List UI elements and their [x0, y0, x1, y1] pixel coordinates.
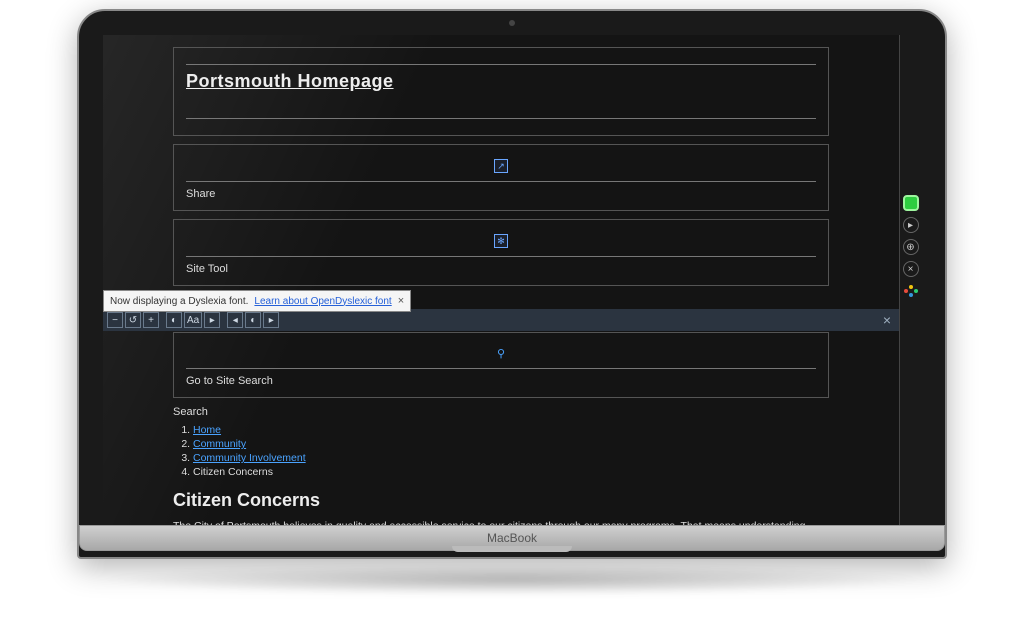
close-sidebar-icon[interactable]: ×	[903, 261, 919, 277]
site-search-link[interactable]: Go to Site Search	[186, 375, 273, 387]
laptop-hinge: MacBook	[79, 525, 945, 551]
zoom-in-button[interactable]: +	[143, 312, 159, 328]
laptop-frame: Portsmouth Homepage ↗ Share ✻ Site Tool …	[77, 9, 947, 595]
play-icon[interactable]: ▸	[903, 217, 919, 233]
accessibility-toolbar: − ↺ + ◐ Aa ▸ ◂ ◐ ▸ ×	[103, 309, 899, 331]
accessibility-widget-icon[interactable]	[903, 195, 919, 211]
header-panel: Portsmouth Homepage	[173, 47, 829, 136]
breadcrumb-item: Community Involvement	[193, 452, 829, 464]
theme-prev-button[interactable]: ◂	[227, 312, 243, 328]
breadcrumb-item: Home	[193, 424, 829, 436]
divider	[186, 64, 816, 65]
site-tool-panel: ✻ Site Tool	[173, 219, 829, 286]
screen: Portsmouth Homepage ↗ Share ✻ Site Tool …	[103, 35, 921, 525]
globe-icon[interactable]: ⊕	[903, 239, 919, 255]
homepage-link[interactable]: Portsmouth Homepage	[186, 71, 394, 91]
sidebar: ▸ ⊕ ×	[899, 35, 921, 525]
site-tool-label: Site Tool	[186, 263, 228, 275]
breadcrumb: Home Community Community Involvement Cit…	[193, 424, 829, 478]
breadcrumb-item: Citizen Concerns	[193, 466, 829, 478]
laptop-shadow	[97, 565, 927, 595]
breadcrumb-item: Community	[193, 438, 829, 450]
search-panel: ⚲ Go to Site Search	[173, 332, 829, 398]
font-button[interactable]: Aa	[184, 312, 202, 328]
gear-icon[interactable]: ✻	[494, 234, 508, 248]
zoom-out-button[interactable]: −	[107, 312, 123, 328]
share-label: Share	[186, 188, 215, 200]
tooltip-text: Now displaying a Dyslexia font.	[110, 296, 248, 307]
page-title: Citizen Concerns	[173, 490, 829, 511]
divider	[186, 118, 816, 119]
search-icon[interactable]: ⚲	[497, 348, 505, 360]
share-panel: ↗ Share	[173, 144, 829, 211]
share-icon[interactable]: ↗	[494, 159, 508, 173]
reset-button[interactable]: ↺	[125, 312, 141, 328]
close-icon[interactable]: ×	[398, 295, 404, 307]
laptop-bezel: Portsmouth Homepage ↗ Share ✻ Site Tool …	[77, 9, 947, 559]
theme-next-button[interactable]: ▸	[263, 312, 279, 328]
theme-button[interactable]: ◐	[245, 312, 261, 328]
camera-dot	[509, 20, 515, 26]
search-heading: Search	[173, 406, 829, 418]
toolbar-close-button[interactable]: ×	[879, 312, 895, 328]
palette-icon[interactable]	[903, 283, 919, 299]
contrast-prev-button[interactable]: ◐	[166, 312, 182, 328]
page-content: Portsmouth Homepage ↗ Share ✻ Site Tool …	[103, 35, 899, 525]
tooltip-link[interactable]: Learn about OpenDyslexic font	[254, 296, 391, 307]
contrast-next-button[interactable]: ▸	[204, 312, 220, 328]
dyslexia-tooltip: Now displaying a Dyslexia font. Learn ab…	[103, 290, 411, 312]
